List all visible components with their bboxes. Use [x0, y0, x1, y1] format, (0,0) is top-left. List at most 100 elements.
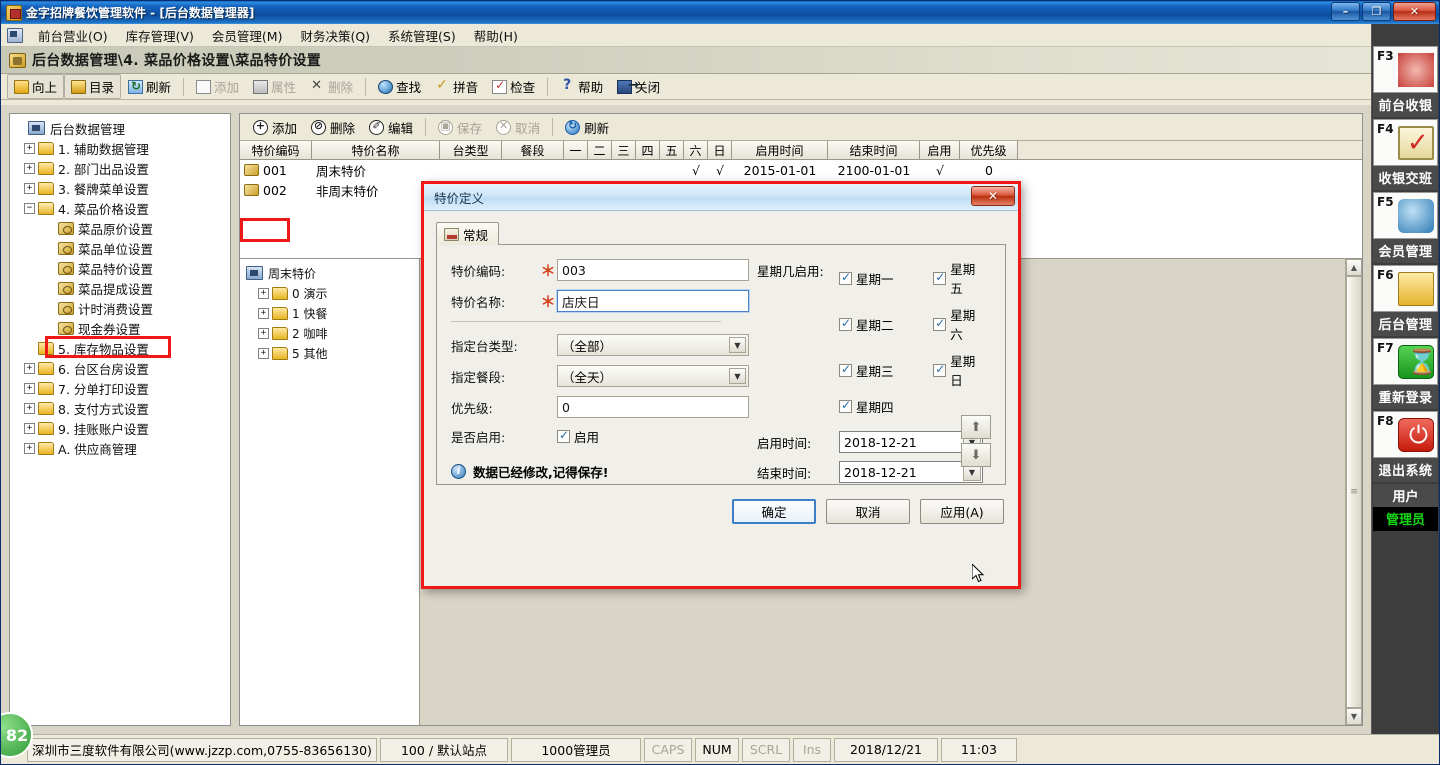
grid-column-header-11[interactable]: 启用时间	[732, 141, 828, 159]
toolbar-refresh-button[interactable]: 刷新	[121, 74, 178, 99]
sidebar-item-9[interactable]: 现金券设置	[14, 318, 228, 338]
sidebar-item-5[interactable]: 菜品单位设置	[14, 238, 228, 258]
grid-column-header-0[interactable]: 特价编码	[240, 141, 312, 159]
expand-icon[interactable]: +	[24, 402, 35, 414]
sidebar-item-7[interactable]: 菜品提成设置	[14, 278, 228, 298]
table-row[interactable]: 001 周末特价 √ √ 2015-01-01 2100-01-01 √ 0	[240, 160, 1362, 180]
detail-tree-root[interactable]: 周末特价	[246, 263, 417, 283]
toolbar-help-button[interactable]: 帮助	[553, 74, 610, 99]
sidebar-item-11[interactable]: +6. 台区台房设置	[14, 358, 228, 378]
rail-button-f6[interactable]: F6	[1373, 265, 1438, 312]
scroll-up-button[interactable]: ▲	[1346, 259, 1362, 276]
weekday-mon[interactable]: 星期一	[839, 259, 911, 297]
record-save-button[interactable]: 保存	[431, 116, 489, 139]
record-cancel-button[interactable]: 取消	[489, 116, 547, 139]
expand-icon[interactable]: +	[24, 162, 35, 174]
tab-general[interactable]: 常规	[436, 222, 500, 245]
rail-button-f3[interactable]: F3	[1373, 46, 1438, 93]
record-edit-button[interactable]: 编辑	[362, 116, 420, 139]
toolbar-find-button[interactable]: 查找	[371, 74, 428, 99]
dialog-close-button[interactable]: ✕	[971, 186, 1015, 206]
scroll-down-button[interactable]: ▼	[1346, 708, 1362, 725]
maximize-button[interactable]: ❐	[1362, 2, 1391, 21]
move-down-button[interactable]: ⬇	[961, 443, 991, 467]
apply-button[interactable]: 应用(A)	[920, 499, 1004, 524]
expand-icon[interactable]: +	[24, 422, 35, 434]
menu-item-member[interactable]: 会员管理(M)	[203, 23, 292, 48]
expand-icon[interactable]: +	[24, 362, 35, 374]
weekday-thu[interactable]: 星期四	[839, 397, 915, 416]
grid-column-header-12[interactable]: 结束时间	[828, 141, 920, 159]
sidebar-item-13[interactable]: +8. 支付方式设置	[14, 398, 228, 418]
toolbar-delete-button[interactable]: 删除	[303, 74, 360, 99]
grid-column-header-10[interactable]: 日	[708, 141, 732, 159]
chevron-down-icon-2[interactable]: ▼	[729, 368, 746, 384]
grid-column-header-1[interactable]: 特价名称	[312, 141, 440, 159]
rail-button-f5[interactable]: F5	[1373, 192, 1438, 239]
move-up-button[interactable]: ⬆	[961, 415, 991, 439]
menu-item-frontdesk[interactable]: 前台营业(O)	[29, 23, 117, 48]
detail-vertical-scrollbar[interactable]: ▲ ≡ ▼	[1345, 259, 1362, 725]
weekday-sun[interactable]: 星期日	[933, 351, 985, 389]
weekday-sat[interactable]: 星期六	[933, 305, 985, 343]
rail-button-f8[interactable]: F8	[1373, 411, 1438, 458]
enabled-checkbox[interactable]: 启用	[557, 427, 599, 446]
toolbar-check-button[interactable]: 检查	[485, 74, 542, 99]
menu-item-finance[interactable]: 财务决策(Q)	[291, 23, 379, 48]
record-add-button[interactable]: 添加	[246, 116, 304, 139]
menu-item-system[interactable]: 系统管理(S)	[379, 23, 465, 48]
expand-icon[interactable]: +	[258, 307, 269, 319]
expand-icon[interactable]: +	[24, 182, 35, 194]
weekday-tue[interactable]: 星期二	[839, 305, 911, 343]
minimize-button[interactable]: –	[1331, 2, 1360, 21]
grid-column-header-7[interactable]: 四	[636, 141, 660, 159]
expand-icon[interactable]: +	[24, 142, 35, 154]
detail-tree-item-3[interactable]: +5 其他	[246, 343, 417, 363]
grid-column-header-13[interactable]: 启用	[920, 141, 960, 159]
rail-button-f4[interactable]: F4	[1373, 119, 1438, 166]
table-type-select[interactable]: （全部） ▼	[557, 334, 749, 356]
grid-column-header-6[interactable]: 三	[612, 141, 636, 159]
sidebar-item-4[interactable]: 菜品原价设置	[14, 218, 228, 238]
detail-tree-item-1[interactable]: +1 快餐	[246, 303, 417, 323]
weekday-fri[interactable]: 星期五	[933, 259, 985, 297]
record-delete-button[interactable]: 删除	[304, 116, 362, 139]
toolbar-catalog-button[interactable]: 目录	[64, 74, 122, 99]
toolbar-close-button[interactable]: 关闭	[610, 74, 667, 99]
sidebar-item-12[interactable]: +7. 分单打印设置	[14, 378, 228, 398]
grid-column-header-14[interactable]: 优先级	[960, 141, 1018, 159]
grid-column-header-2[interactable]: 台类型	[440, 141, 502, 159]
sidebar-item-15[interactable]: + A. 供应商管理	[14, 438, 228, 458]
toolbar-add-button[interactable]: 添加	[189, 74, 246, 99]
name-input[interactable]	[556, 289, 750, 313]
expand-icon[interactable]: +	[24, 382, 35, 394]
close-button[interactable]: ✕	[1393, 2, 1436, 21]
scroll-thumb[interactable]: ≡	[1346, 276, 1362, 708]
meal-period-select[interactable]: （全天） ▼	[557, 365, 749, 387]
rail-button-f7[interactable]: F7	[1373, 338, 1438, 385]
sidebar-item-1[interactable]: +2. 部门出品设置	[14, 158, 228, 178]
menu-item-help[interactable]: 帮助(H)	[465, 23, 527, 48]
tree-root[interactable]: 后台数据管理	[14, 118, 228, 138]
code-input[interactable]	[557, 259, 749, 281]
ok-button[interactable]: 确定	[732, 499, 816, 524]
priority-input[interactable]	[557, 396, 749, 418]
cancel-button[interactable]: 取消	[826, 499, 910, 524]
detail-tree-item-2[interactable]: +2 咖啡	[246, 323, 417, 343]
grid-column-header-3[interactable]: 餐段	[502, 141, 564, 159]
sidebar-item-14[interactable]: +9. 挂账账户设置	[14, 418, 228, 438]
grid-column-header-4[interactable]: 一	[564, 141, 588, 159]
sidebar-item-6[interactable]: 菜品特价设置	[14, 258, 228, 278]
sidebar-item-8[interactable]: 计时消费设置	[14, 298, 228, 318]
detail-tree-item-0[interactable]: +0 演示	[246, 283, 417, 303]
record-refresh-button[interactable]: 刷新	[558, 116, 616, 139]
sidebar-item-0[interactable]: +1. 辅助数据管理	[14, 138, 228, 158]
sidebar-item-3[interactable]: − 4. 菜品价格设置	[14, 198, 228, 218]
expand-icon[interactable]: +	[258, 327, 269, 339]
toolbar-properties-button[interactable]: 属性	[246, 74, 303, 99]
expand-icon[interactable]: +	[24, 442, 35, 454]
toolbar-up-button[interactable]: 向上	[7, 74, 65, 99]
grid-column-header-5[interactable]: 二	[588, 141, 612, 159]
grid-column-header-9[interactable]: 六	[684, 141, 708, 159]
weekday-wed[interactable]: 星期三	[839, 351, 911, 389]
